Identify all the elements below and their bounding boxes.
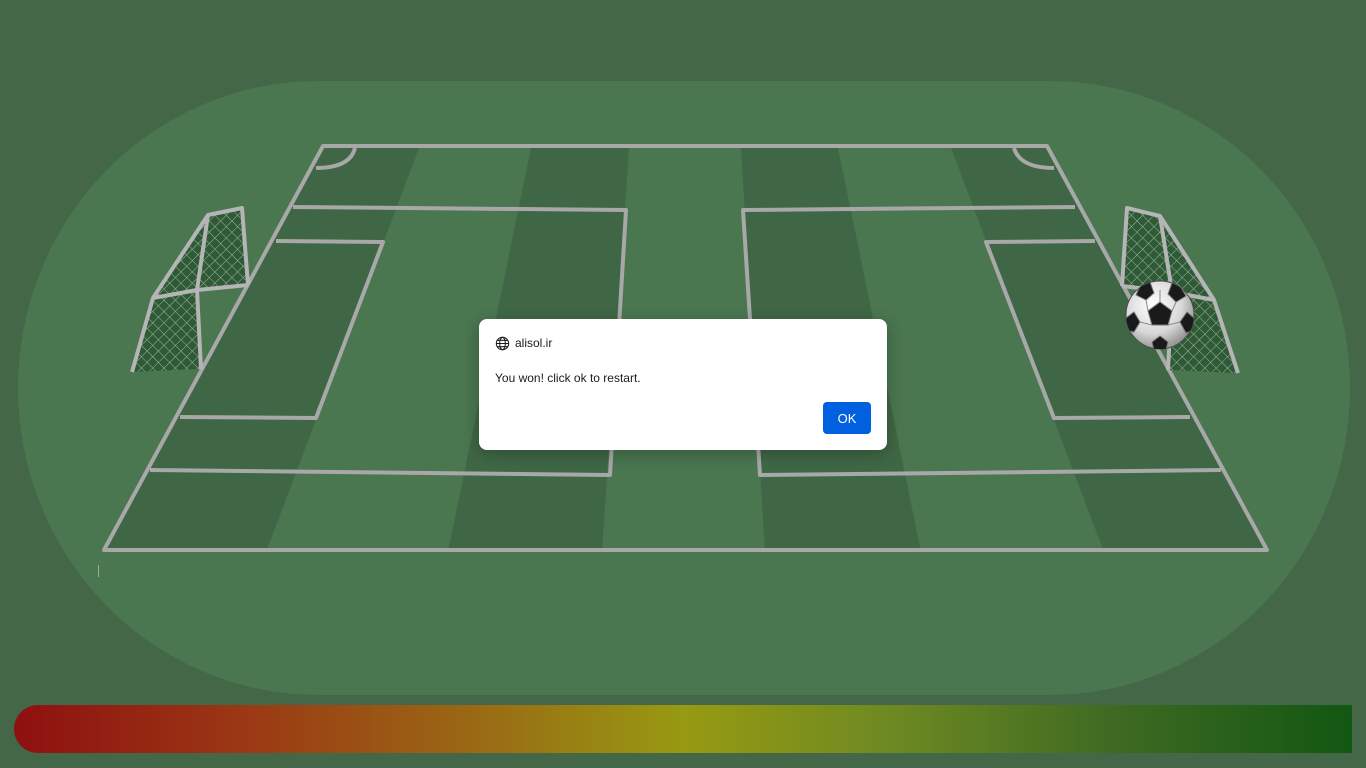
shot-power-meter [14, 705, 1352, 753]
dialog-origin: alisol.ir [495, 335, 552, 351]
ok-button[interactable]: OK [823, 402, 871, 434]
alert-dialog: alisol.ir You won! click ok to restart. … [479, 319, 887, 450]
dialog-message: You won! click ok to restart. [495, 371, 641, 385]
dialog-origin-label: alisol.ir [515, 336, 553, 350]
text-caret [98, 565, 99, 577]
globe-icon [495, 336, 510, 351]
